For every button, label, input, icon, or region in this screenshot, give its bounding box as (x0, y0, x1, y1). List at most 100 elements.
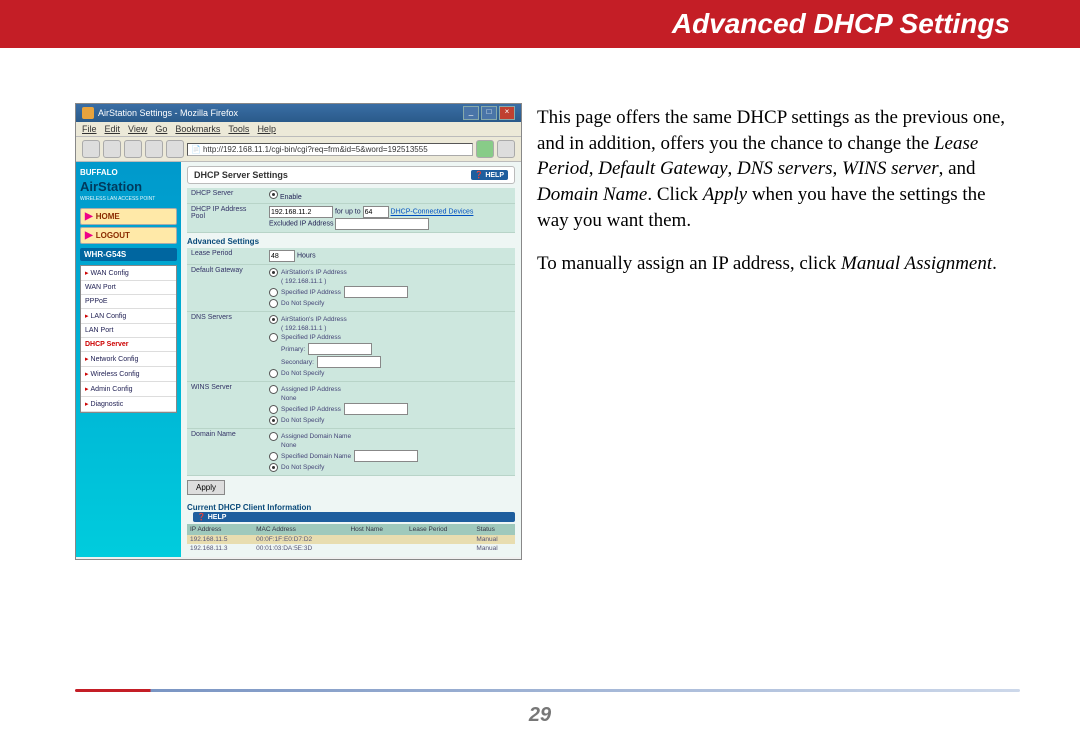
apply-button[interactable]: Apply (187, 480, 225, 495)
router-sidebar: BUFFALO AirStation WIRELESS LAN ACCESS P… (76, 162, 181, 557)
nav-wireless-config[interactable]: ▸Wireless Config (81, 367, 176, 382)
domain-specified-radio[interactable] (269, 452, 278, 461)
nav-lan-port[interactable]: LAN Port (81, 324, 176, 338)
menu-view[interactable]: View (128, 124, 147, 134)
nav-wan-config[interactable]: ▸WAN Config (81, 266, 176, 281)
go-icon[interactable] (476, 140, 494, 158)
main-panel: DHCP Server Settings ❓HELP DHCP Server E… (181, 162, 521, 557)
menu-help[interactable]: Help (257, 124, 276, 134)
doc-text-column: This page offers the same DHCP settings … (537, 103, 1020, 560)
dns-none-radio[interactable] (269, 369, 278, 378)
router-ui-screenshot: AirStation Settings - Mozilla Firefox _ … (75, 103, 522, 560)
nav-pppoe[interactable]: PPPoE (81, 295, 176, 309)
doc-paragraph-1: This page offers the same DHCP settings … (537, 105, 1020, 233)
dns-specified-radio[interactable] (269, 333, 278, 342)
menu-bookmarks[interactable]: Bookmarks (175, 124, 220, 134)
firefox-icon (82, 107, 94, 119)
url-bar[interactable]: 📄 http://192.168.11.1/cgi-bin/cgi?req=fr… (187, 143, 473, 156)
nav-box: ▸WAN Config WAN Port PPPoE ▸LAN Config L… (80, 265, 177, 413)
model-label: WHR-G54S (80, 248, 177, 261)
gateway-label: Default Gateway (187, 265, 265, 312)
wins-input[interactable] (344, 403, 408, 415)
col-status: Status (473, 524, 515, 535)
gw-none-radio[interactable] (269, 299, 278, 308)
search-icon[interactable] (497, 140, 515, 158)
reload-icon[interactable] (124, 140, 142, 158)
wins-none-radio[interactable] (269, 416, 278, 425)
table-row: 192.168.11.3 00:01:03:DA:5E:3D Manual (187, 544, 515, 553)
dhcp-devices-link[interactable]: DHCP-Connected Devices (391, 209, 474, 216)
help-button-2[interactable]: ❓HELP (193, 512, 515, 522)
browser-menubar[interactable]: File Edit View Go Bookmarks Tools Help (76, 122, 521, 137)
nav-diagnostic[interactable]: ▸Diagnostic (81, 397, 176, 412)
table-row: 192.168.11.5 00:0F:1F:E0:D7:D2 Manual (187, 535, 515, 544)
nav-network-config[interactable]: ▸Network Config (81, 352, 176, 367)
gw-specified-input[interactable] (344, 286, 408, 298)
maximize-icon[interactable]: □ (481, 106, 497, 120)
panel-title: DHCP Server Settings (194, 170, 288, 180)
wins-label: WINS Server (187, 382, 265, 429)
menu-tools[interactable]: Tools (228, 124, 249, 134)
advanced-table: Lease Period Hours Default Gateway AirSt… (187, 248, 515, 476)
brand-tagline: WIRELESS LAN ACCESS POINT (76, 196, 181, 206)
menu-edit[interactable]: Edit (105, 124, 121, 134)
browser-toolbar: 📄 http://192.168.11.1/cgi-bin/cgi?req=fr… (76, 137, 521, 162)
domain-none-radio[interactable] (269, 463, 278, 472)
dns-secondary-input[interactable] (317, 356, 381, 368)
stop-icon[interactable] (145, 140, 163, 158)
window-controls: _ □ × (463, 106, 515, 120)
doc-paragraph-2: To manually assign an IP address, click … (537, 251, 1020, 277)
dns-primary-input[interactable] (308, 343, 372, 355)
brand-airstation: AirStation (76, 179, 181, 196)
arrow-icon: ▶ (85, 230, 93, 241)
nav-lan-config[interactable]: ▸LAN Config (81, 309, 176, 324)
logout-button[interactable]: ▶LOGOUT (80, 227, 177, 244)
browser-titlebar: AirStation Settings - Mozilla Firefox _ … (76, 104, 521, 122)
page-title: Advanced DHCP Settings (672, 8, 1010, 40)
col-lease: Lease Period (406, 524, 473, 535)
page-number: 29 (0, 704, 1080, 727)
window-title: AirStation Settings - Mozilla Firefox (98, 108, 238, 118)
advanced-settings-label: Advanced Settings (187, 237, 515, 246)
menu-go[interactable]: Go (155, 124, 167, 134)
forward-icon[interactable] (103, 140, 121, 158)
gw-airstation-radio[interactable] (269, 268, 278, 277)
wins-assigned-radio[interactable] (269, 385, 278, 394)
page-icon: 📄 (191, 145, 201, 154)
pool-ip-input[interactable] (269, 206, 333, 218)
lease-input[interactable] (269, 250, 295, 262)
client-info-label: Current DHCP Client Information ❓HELP (187, 503, 515, 522)
nav-dhcp-server[interactable]: DHCP Server (81, 338, 176, 352)
col-host: Host Name (347, 524, 406, 535)
menu-file[interactable]: File (82, 124, 97, 134)
home-icon[interactable] (166, 140, 184, 158)
panel-title-bar: DHCP Server Settings ❓HELP (187, 166, 515, 184)
excluded-ip-input[interactable] (335, 218, 429, 230)
minimize-icon[interactable]: _ (463, 106, 479, 120)
nav-wan-port[interactable]: WAN Port (81, 281, 176, 295)
help-button[interactable]: ❓HELP (471, 170, 508, 180)
brand-buffalo: BUFFALO (76, 162, 181, 179)
domain-input[interactable] (354, 450, 418, 462)
gw-specified-radio[interactable] (269, 288, 278, 297)
pool-count-input[interactable] (363, 206, 389, 218)
enable-radio[interactable] (269, 190, 278, 199)
col-ip: IP Address (187, 524, 253, 535)
back-icon[interactable] (82, 140, 100, 158)
nav-admin-config[interactable]: ▸Admin Config (81, 382, 176, 397)
dhcp-server-label: DHCP Server (187, 188, 265, 204)
arrow-icon: ▶ (85, 211, 93, 222)
page-header: Advanced DHCP Settings (0, 0, 1080, 48)
home-button[interactable]: ▶HOME (80, 208, 177, 225)
footer-divider (75, 689, 1020, 692)
dhcp-basic-table: DHCP Server Enable DHCP IP Address Pool … (187, 188, 515, 233)
dns-label: DNS Servers (187, 312, 265, 382)
dhcp-pool-label: DHCP IP Address Pool (187, 204, 265, 233)
wins-specified-radio[interactable] (269, 405, 278, 414)
close-icon[interactable]: × (499, 106, 515, 120)
domain-assigned-radio[interactable] (269, 432, 278, 441)
domain-label: Domain Name (187, 429, 265, 476)
dns-airstation-radio[interactable] (269, 315, 278, 324)
col-mac: MAC Address (253, 524, 347, 535)
lease-label: Lease Period (187, 248, 265, 265)
